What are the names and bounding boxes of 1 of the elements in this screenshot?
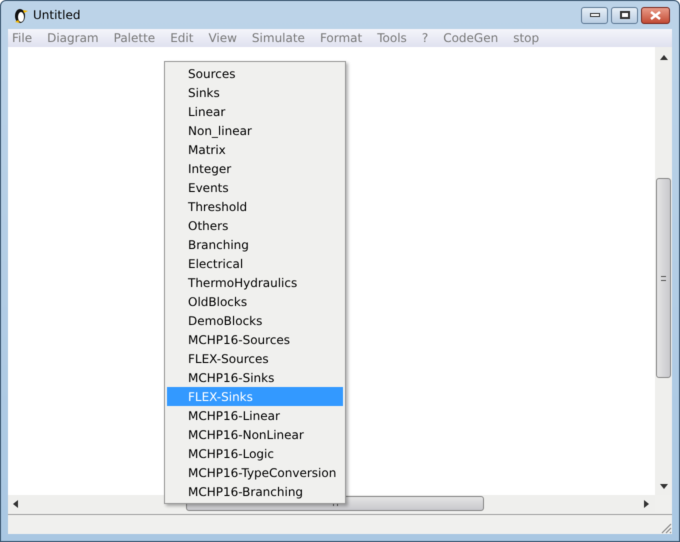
window-title: Untitled — [33, 7, 80, 24]
